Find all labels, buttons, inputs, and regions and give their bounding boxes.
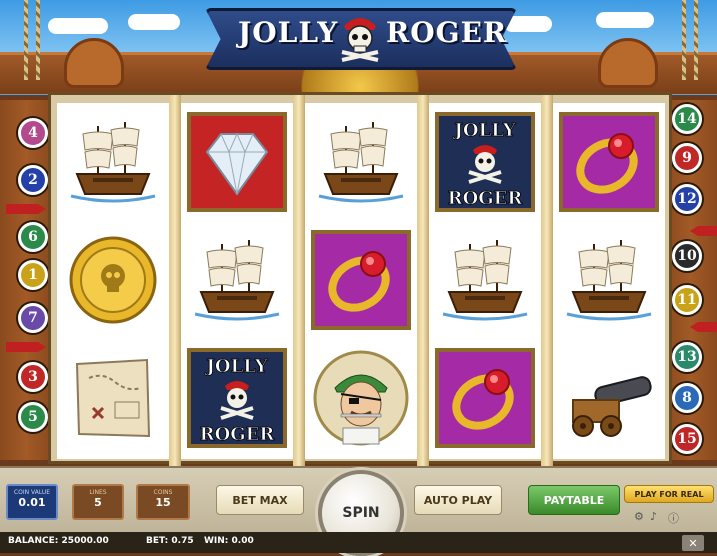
- cloud: [596, 12, 654, 28]
- rope: [24, 0, 28, 80]
- cloud: [48, 18, 108, 34]
- jolly-roger-icon: JOLLY ROGER: [181, 339, 293, 457]
- logo-word-roger: ROGER: [386, 16, 508, 49]
- reel-2: JOLLY ROGER: [181, 103, 293, 459]
- rope: [36, 0, 40, 80]
- logo-word-jolly: JOLLY: [238, 16, 339, 49]
- bet-max-button[interactable]: BET MAX: [216, 485, 304, 515]
- coins-value: 15: [155, 496, 171, 509]
- reel-divider: [169, 95, 181, 467]
- ship-icon: [429, 221, 541, 339]
- pirate-icon: [305, 339, 417, 457]
- svg-text:ROGER: ROGER: [448, 188, 524, 209]
- ship-icon: [181, 221, 293, 339]
- coin-icon: [57, 221, 169, 339]
- coins-label: COINS: [153, 489, 173, 496]
- bet-display: BET: 0.75: [146, 536, 194, 546]
- auto-play-button[interactable]: AUTO PLAY: [414, 485, 502, 515]
- coins-selector[interactable]: COINS 15: [136, 484, 190, 520]
- info-icon[interactable]: ⓘ: [668, 510, 679, 526]
- reel-divider: [541, 95, 553, 467]
- svg-text:JOLLY: JOLLY: [452, 120, 516, 141]
- reel-3: [305, 103, 417, 459]
- payline-button-14[interactable]: 14: [672, 104, 702, 134]
- payline-button-7[interactable]: 7: [18, 303, 48, 333]
- payline-arrow-icon: [6, 342, 46, 352]
- coin-value: 0.01: [18, 496, 46, 509]
- lines-selector[interactable]: LINES 5: [72, 484, 124, 520]
- payline-button-13[interactable]: 13: [672, 342, 702, 372]
- cloud: [128, 14, 180, 30]
- ring-icon: [553, 103, 665, 221]
- close-icon[interactable]: ✕: [682, 535, 704, 551]
- lines-value: 5: [94, 496, 102, 509]
- ship-icon: [57, 103, 169, 221]
- payline-button-3[interactable]: 3: [18, 362, 48, 392]
- skull-logo-icon: [341, 18, 379, 62]
- payline-arrow-icon: [6, 204, 46, 214]
- ring-icon: [429, 339, 541, 457]
- payline-button-15[interactable]: 15: [672, 424, 702, 454]
- reel-divider: [417, 95, 429, 467]
- settings-icon[interactable]: ⚙: [634, 510, 644, 523]
- paytable-button[interactable]: PAYTABLE: [528, 485, 620, 515]
- win-display: WIN: 0.00: [204, 536, 254, 546]
- payline-button-8[interactable]: 8: [672, 383, 702, 413]
- lines-label: LINES: [89, 489, 107, 496]
- ship-icon: [305, 103, 417, 221]
- reel-5: [553, 103, 665, 459]
- ring-icon: [305, 221, 417, 339]
- payline-button-9[interactable]: 9: [672, 143, 702, 173]
- ship-icon: [553, 221, 665, 339]
- play-for-real-button[interactable]: PLAY FOR REAL: [624, 485, 714, 503]
- reel-1: [57, 103, 169, 459]
- jolly-roger-icon: JOLLY ROGER: [429, 103, 541, 221]
- reel-4: JOLLY ROGER: [429, 103, 541, 459]
- rope: [694, 0, 698, 80]
- payline-button-12[interactable]: 12: [672, 184, 702, 214]
- cannon-icon: [553, 339, 665, 457]
- reel-window: JOLLY ROGER JOLLY ROGER: [48, 92, 672, 467]
- balance-display: BALANCE: 25000.00: [8, 536, 109, 546]
- coin-value-selector[interactable]: COIN VALUE 0.01: [6, 484, 58, 520]
- payline-button-2[interactable]: 2: [18, 165, 48, 195]
- reel-divider: [293, 95, 305, 467]
- rope: [682, 0, 686, 80]
- payline-button-11[interactable]: 11: [672, 285, 702, 315]
- payline-button-6[interactable]: 6: [18, 222, 48, 252]
- coin-value-label: COIN VALUE: [13, 489, 51, 496]
- sound-icon[interactable]: ♪: [650, 510, 657, 523]
- payline-button-4[interactable]: 4: [18, 118, 48, 148]
- payline-button-10[interactable]: 10: [672, 241, 702, 271]
- payline-button-1[interactable]: 1: [18, 260, 48, 290]
- svg-text:JOLLY: JOLLY: [204, 356, 268, 377]
- diamond-icon: [181, 103, 293, 221]
- payline-button-5[interactable]: 5: [18, 402, 48, 432]
- map-icon: [57, 339, 169, 457]
- svg-text:ROGER: ROGER: [200, 424, 276, 445]
